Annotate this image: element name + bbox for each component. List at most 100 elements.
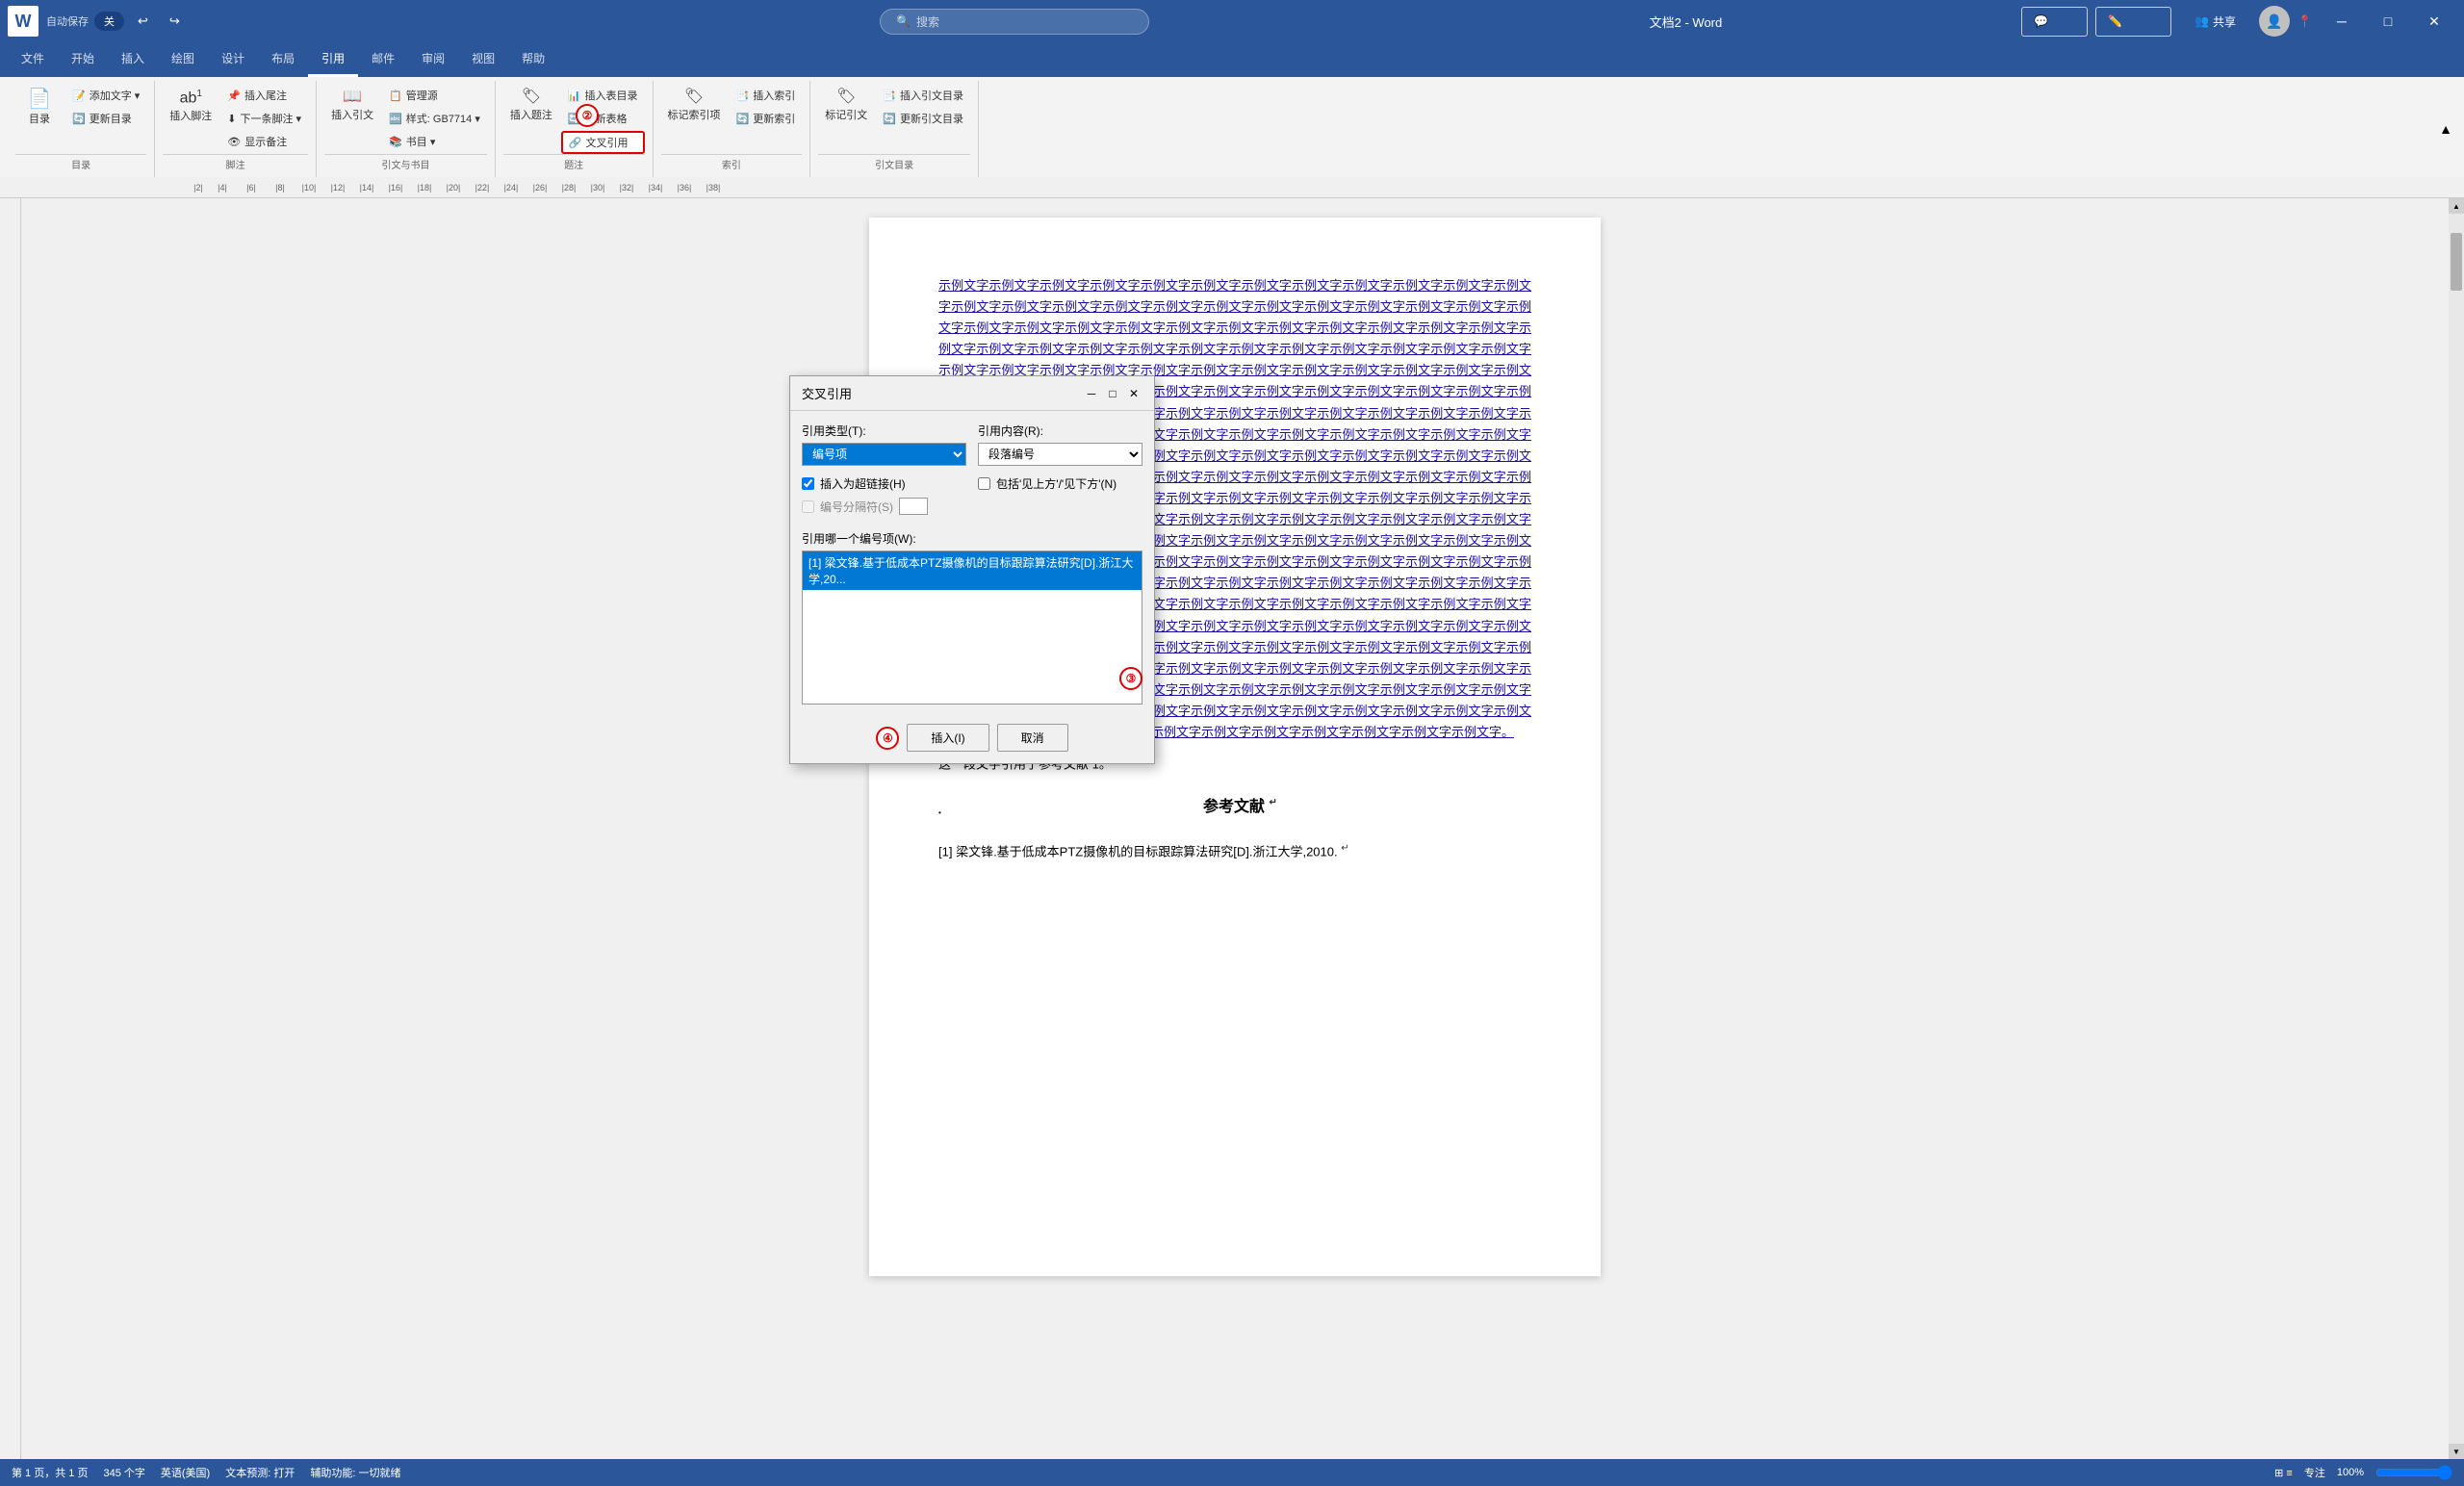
title-center: 🔍 搜索	[679, 9, 1349, 35]
cancel-button[interactable]: 取消	[997, 724, 1068, 752]
left-ruler	[0, 198, 21, 1459]
mark-citation-button[interactable]: 🏷 标记引文	[818, 85, 874, 127]
tab-view[interactable]: 视图	[458, 42, 508, 77]
bibliography-button[interactable]: 📚 书目 ▾	[382, 131, 487, 152]
update-index-button[interactable]: 🔄 更新索引	[730, 108, 803, 129]
comment-button[interactable]: 💬 批注	[2021, 7, 2088, 37]
tab-mailings[interactable]: 邮件	[358, 42, 408, 77]
show-notes-button[interactable]: 👁 显示备注	[220, 131, 308, 152]
ribbon-tabs: 文件 开始 插入 绘图 设计 布局 引用 邮件 审阅 视图 帮助	[0, 42, 2464, 77]
accessibility: 辅助功能: 一切就绪	[310, 1465, 400, 1480]
tab-help[interactable]: 帮助	[508, 42, 558, 77]
include-label: 包括'见上方'/'见下方'(N)	[996, 475, 1116, 492]
update-cit-icon: 🔄	[883, 113, 896, 125]
doc-scroll[interactable]: 示例文字示例文字示例文字示例文字示例文字示例文字示例文字示例文字示例文字示例文字…	[21, 198, 2449, 1459]
hyperlink-label: 插入为超链接(H)	[820, 475, 906, 492]
edit-icon: ✏️	[2108, 14, 2122, 28]
mark-index-button[interactable]: 🏷 标记索引项	[661, 85, 728, 127]
insert-button[interactable]: 插入(I)	[907, 724, 988, 752]
insert-index-button[interactable]: 📑 插入索引	[730, 85, 803, 106]
word-logo: W	[8, 6, 38, 37]
scrollbar-thumb[interactable]	[2451, 233, 2462, 291]
tab-design[interactable]: 设计	[208, 42, 258, 77]
search-placeholder: 搜索	[916, 13, 939, 30]
hyperlink-checkbox[interactable]	[802, 477, 814, 490]
include-checkbox[interactable]	[978, 477, 990, 490]
tab-review[interactable]: 审阅	[408, 42, 458, 77]
tab-draw[interactable]: 绘图	[158, 42, 208, 77]
update-table-button[interactable]: 🔄 更新表格	[561, 108, 645, 129]
dialog-title: 交叉引用	[802, 384, 852, 402]
cross-ref-dialog[interactable]: 交叉引用 ─ □ ✕ 引用类型(T): 编号项 题注 书签 脚注 尾注	[789, 375, 1155, 764]
citations-table-buttons: 🏷 标记引文 📑 插入引文目录 🔄 更新引文目录	[818, 85, 970, 154]
redo-button[interactable]: ↪	[162, 10, 188, 33]
share-button[interactable]: 👥 共享	[2179, 8, 2251, 36]
ref-content-select[interactable]: 段落编号 段落文字 页码	[978, 443, 1142, 466]
include-checkbox-row: 包括'见上方'/'见下方'(N)	[978, 475, 1142, 492]
ref-item-1: [1] 梁文锋.基于低成本PTZ摄像机的目标跟踪算法研究[D].浙江大学,201…	[938, 840, 1531, 862]
group-captions: 🏷 插入题注 📊 插入表目录 🔄 更新表格 🔗 文叉引用 题注	[496, 81, 654, 177]
insert-citations-table-button[interactable]: 📑 插入引文目录	[876, 85, 970, 106]
caption-buttons: 🏷 插入题注 📊 插入表目录 🔄 更新表格 🔗 文叉引用	[503, 85, 645, 154]
ref-content-label: 引用内容(R):	[978, 423, 1142, 439]
update-index-icon: 🔄	[736, 113, 750, 125]
location-icon: 📍	[2297, 14, 2312, 28]
tab-insert[interactable]: 插入	[108, 42, 158, 77]
ribbon-collapse-button[interactable]: ▲	[2439, 121, 2452, 137]
dialog-restore[interactable]: □	[1104, 385, 1121, 402]
manage-sources-button[interactable]: 📋 管理源	[382, 85, 487, 106]
dialog-close[interactable]: ✕	[1125, 385, 1142, 402]
update-citations-table-button[interactable]: 🔄 更新引文目录	[876, 108, 970, 129]
page-info: 第 1 页，共 1 页	[12, 1465, 88, 1480]
ref-type-col: 引用类型(T): 编号项 题注 书签 脚注 尾注 标题	[802, 423, 966, 466]
title-controls: 自动保存 关 ↩ ↪	[46, 10, 188, 33]
specialist-button[interactable]: 专注	[2304, 1465, 2325, 1480]
dialog-footer: ④ 插入(I) 取消	[790, 716, 1154, 763]
insert-citation-button[interactable]: 📖 插入引文	[324, 85, 380, 127]
cross-reference-button[interactable]: 🔗 文叉引用	[561, 131, 645, 154]
autosave-toggle[interactable]: 关	[94, 12, 124, 31]
style-icon: 🔤	[389, 113, 402, 125]
style-selector[interactable]: 🔤 样式: GB7714 ▾	[382, 108, 487, 129]
insert-endnote-button[interactable]: 📌 插入尾注	[220, 85, 308, 106]
title-bar-left: W 自动保存 关 ↩ ↪	[8, 6, 679, 37]
add-text-button[interactable]: 📝 添加文字 ▾	[65, 85, 146, 106]
insert-table-figures-button[interactable]: 📊 插入表目录	[561, 85, 645, 106]
group-citations: 📖 插入引文 📋 管理源 🔤 样式: GB7714 ▾ 📚 书目 ▾ 引文与书目	[317, 81, 496, 177]
tab-layout[interactable]: 布局	[258, 42, 308, 77]
ref-list[interactable]: [1] 梁文锋.基于低成本PTZ摄像机的目标跟踪算法研究[D].浙江大学,20.…	[802, 551, 1142, 705]
status-bar: 第 1 页，共 1 页 345 个字 英语(美国) 文本预测: 打开 辅助功能:…	[0, 1459, 2464, 1486]
tab-references[interactable]: 引用	[308, 42, 358, 77]
undo-button[interactable]: ↩	[130, 10, 156, 33]
annotation-4: ④	[876, 727, 899, 750]
insert-footnote-button[interactable]: ab1 插入脚注	[163, 85, 218, 128]
group-index: 🏷 标记索引项 📑 插入索引 🔄 更新索引 索引	[654, 81, 811, 177]
ribbon-content: 📄 目录 📝 添加文字 ▾ 🔄 更新目录 目录 ab1 插入脚注	[0, 77, 2464, 177]
update-toc-button[interactable]: 🔄 更新目录	[65, 108, 146, 129]
tab-home[interactable]: 开始	[58, 42, 108, 77]
dialog-minimize[interactable]: ─	[1083, 385, 1100, 402]
scrollbar-up[interactable]: ▲	[2449, 198, 2464, 214]
separator-input[interactable]	[899, 498, 928, 515]
minimize-button[interactable]: ─	[2320, 0, 2364, 42]
tab-file[interactable]: 文件	[8, 42, 58, 77]
list-item-1[interactable]: [1] 梁文锋.基于低成本PTZ摄像机的目标跟踪算法研究[D].浙江大学,20.…	[803, 551, 1142, 590]
next-footnote-button[interactable]: ⬇ 下一条脚注 ▾	[220, 108, 308, 129]
toc-button[interactable]: 📄 目录	[15, 85, 64, 131]
title-right: 💬 批注 ✏️ 编辑 ▾ 👥 共享 👤 📍 ─ □ ✕	[2021, 0, 2456, 42]
cross-ref-icon: 🔗	[569, 137, 582, 149]
edit-button[interactable]: ✏️ 编辑 ▾	[2095, 7, 2171, 37]
vertical-scrollbar[interactable]: ▲ ▼	[2449, 198, 2464, 1459]
ref-type-label: 引用类型(T):	[802, 423, 966, 439]
close-button[interactable]: ✕	[2412, 0, 2456, 42]
search-box[interactable]: 🔍 搜索	[880, 9, 1149, 35]
scrollbar-down[interactable]: ▼	[2449, 1444, 2464, 1459]
dialog-type-content-row: 引用类型(T): 编号项 题注 书签 脚注 尾注 标题 引用内容(R): 段落编…	[802, 423, 1142, 466]
ref-type-select[interactable]: 编号项 题注 书签 脚注 尾注 标题	[802, 443, 966, 466]
separator-checkbox[interactable]	[802, 500, 814, 513]
insert-caption-button[interactable]: 🏷 插入题注	[503, 85, 559, 127]
restore-button[interactable]: □	[2366, 0, 2410, 42]
zoom-slider[interactable]	[2375, 1465, 2452, 1480]
caption-icon: 🏷	[522, 90, 541, 105]
next-footnote-icon: ⬇	[227, 113, 236, 125]
